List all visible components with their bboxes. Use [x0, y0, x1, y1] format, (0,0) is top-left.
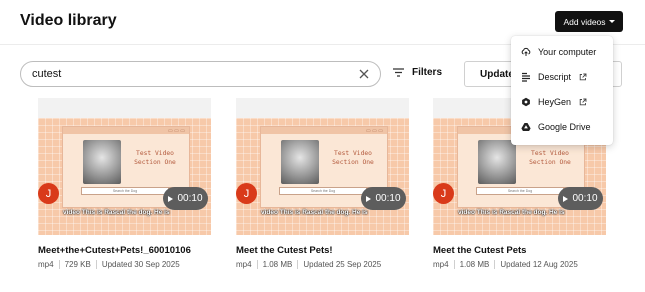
- menu-item-label: Descript: [538, 72, 572, 82]
- caption-tag: video: [458, 209, 475, 216]
- video-format: mp4: [38, 260, 54, 269]
- meta-divider: [95, 260, 97, 269]
- dog-photo: [281, 140, 319, 184]
- duration-label: 00:10: [572, 193, 598, 204]
- video-card[interactable]: ▭ ▭ ▭ Test Video Section One Search the …: [38, 98, 211, 269]
- caption-text: This is Rascal the dog. He is: [279, 209, 368, 216]
- caption-text: This is Rascal the dog. He is: [81, 209, 170, 216]
- avatar: J: [38, 183, 59, 204]
- upload-cloud-icon: [521, 47, 531, 56]
- dog-photo: [83, 140, 121, 184]
- video-caption: video This is Rascal the dog. He is: [261, 209, 368, 216]
- meta-divider: [58, 260, 60, 269]
- meta-divider: [453, 260, 455, 269]
- dog-photo: [478, 140, 516, 184]
- play-icon: [366, 195, 372, 202]
- slide-title: Test Video Section One: [123, 149, 187, 167]
- video-caption: video This is Rascal the dog. He is: [458, 209, 565, 216]
- video-thumbnail[interactable]: ▭ ▭ ▭ Test Video Section One Search the …: [38, 98, 211, 235]
- video-size: 1.08 MB: [459, 260, 490, 269]
- add-videos-menu: Your computer Descript HeyGen Google Dri…: [511, 36, 613, 145]
- video-caption: video This is Rascal the dog. He is: [63, 209, 170, 216]
- menu-item-your-computer[interactable]: Your computer: [521, 45, 596, 59]
- video-meta: mp4 1.08 MB Updated 12 Aug 2025: [433, 260, 578, 269]
- video-updated: Updated 30 Sep 2025: [101, 260, 180, 269]
- video-format: mp4: [433, 260, 449, 269]
- slide-title-line: Test Video: [531, 150, 569, 157]
- duration-badge[interactable]: 00:10: [361, 187, 406, 210]
- slide-title-line: Test Video: [136, 150, 174, 157]
- video-thumbnail[interactable]: ▭ ▭ ▭ Test Video Section One Search the …: [236, 98, 409, 235]
- video-title[interactable]: Meet the Cutest Pets!: [236, 245, 333, 256]
- video-title[interactable]: Meet+the+Cutest+Pets!_60010106: [38, 245, 191, 256]
- video-updated: Updated 12 Aug 2025: [500, 260, 578, 269]
- search-input[interactable]: cutest: [20, 61, 381, 87]
- google-drive-icon: [521, 123, 531, 131]
- slide-search-box: Search the Dog: [476, 187, 564, 195]
- caption-text: This is Rascal the dog. He is: [476, 209, 565, 216]
- video-size: 1.08 MB: [262, 260, 293, 269]
- slide-title-line: Test Video: [334, 150, 372, 157]
- filters-button[interactable]: Filters: [393, 67, 442, 78]
- menu-item-label: Your computer: [538, 47, 597, 57]
- menu-item-google-drive[interactable]: Google Drive: [521, 120, 591, 134]
- menu-item-label: Google Drive: [538, 122, 591, 132]
- slide-search-box: Search the Dog: [279, 187, 367, 195]
- meta-divider: [297, 260, 299, 269]
- caption-tag: video: [63, 209, 80, 216]
- menu-item-label: HeyGen: [538, 97, 572, 107]
- slide-title: Test Video Section One: [518, 149, 582, 167]
- clear-search-icon[interactable]: [358, 68, 370, 80]
- avatar: J: [236, 183, 257, 204]
- menu-item-descript[interactable]: Descript: [521, 70, 587, 84]
- slide-title-bar: ▭ ▭ ▭: [261, 127, 387, 134]
- duration-label: 00:10: [375, 193, 401, 204]
- meta-divider: [256, 260, 258, 269]
- slide-title-line: Section One: [529, 159, 571, 166]
- slide-title: Test Video Section One: [321, 149, 385, 167]
- thumbnail-background: ▭ ▭ ▭ Test Video Section One Search the …: [38, 118, 211, 235]
- video-meta: mp4 1.08 MB Updated 25 Sep 2025: [236, 260, 381, 269]
- avatar: J: [433, 183, 454, 204]
- slide-title-line: Section One: [134, 159, 176, 166]
- duration-badge[interactable]: 00:10: [558, 187, 603, 210]
- play-icon: [168, 195, 174, 202]
- add-videos-label: Add videos: [563, 16, 606, 27]
- filter-icon: [393, 68, 404, 77]
- caret-down-icon: [608, 20, 615, 23]
- page-title: Video library: [20, 12, 117, 29]
- meta-divider: [494, 260, 496, 269]
- duration-label: 00:10: [177, 193, 203, 204]
- add-videos-button[interactable]: Add videos: [555, 11, 623, 32]
- duration-badge[interactable]: 00:10: [163, 187, 208, 210]
- slide-title-bar: ▭ ▭ ▭: [63, 127, 189, 134]
- thumbnail-background: ▭ ▭ ▭ Test Video Section One Search the …: [236, 118, 409, 235]
- filters-label: Filters: [412, 67, 443, 78]
- descript-logo-icon: [522, 72, 530, 82]
- video-format: mp4: [236, 260, 252, 269]
- slide-search-box: Search the Dog: [81, 187, 169, 195]
- play-icon: [563, 195, 569, 202]
- slide-title-line: Section One: [332, 159, 374, 166]
- video-size: 729 KB: [64, 260, 91, 269]
- search-value: cutest: [32, 68, 62, 80]
- heygen-logo-icon: [522, 97, 530, 107]
- menu-item-heygen[interactable]: HeyGen: [521, 95, 587, 109]
- video-meta: mp4 729 KB Updated 30 Sep 2025: [38, 260, 180, 269]
- video-updated: Updated 25 Sep 2025: [303, 260, 382, 269]
- external-link-icon: [579, 73, 587, 81]
- video-title[interactable]: Meet the Cutest Pets: [433, 245, 526, 256]
- external-link-icon: [579, 98, 587, 106]
- video-card[interactable]: ▭ ▭ ▭ Test Video Section One Search the …: [236, 98, 409, 269]
- caption-tag: video: [261, 209, 278, 216]
